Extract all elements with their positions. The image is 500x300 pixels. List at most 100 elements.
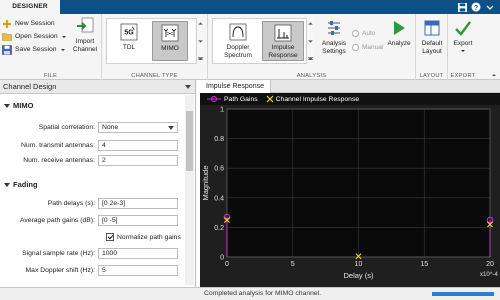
expand-gallery-icon xyxy=(307,57,314,61)
default-layout-line1: Default xyxy=(421,40,443,47)
path-delays-label: Path delays (s): xyxy=(47,200,95,207)
num-rx-label: Num. receive antennas: xyxy=(23,157,95,164)
chevron-up-icon xyxy=(198,22,203,25)
normalize-path-gains-checkbox[interactable]: Normalize path gains xyxy=(106,233,181,241)
save-session-button[interactable]: Save Session xyxy=(2,44,66,55)
folder-icon xyxy=(2,33,12,41)
file-section: New Session Open Session Save Session Im… xyxy=(0,14,102,80)
auto-label: Auto xyxy=(362,30,376,37)
channel-design-panel: Channel Design MIMO Spatial correlation:… xyxy=(0,80,196,287)
scrollbar-thumb[interactable] xyxy=(186,111,193,171)
export-label: Export xyxy=(453,40,473,47)
save-session-label: Save Session xyxy=(15,46,57,53)
doppler-spectrum-icon xyxy=(227,22,249,42)
legend-item-impulse-response[interactable]: Channel Impulse Response xyxy=(266,95,360,103)
impulse-response-icon xyxy=(272,23,294,42)
open-session-button[interactable]: Open Session xyxy=(2,31,67,42)
max-doppler-label: Max Doppler shift (Hz): xyxy=(25,267,96,274)
tab-designer[interactable]: DESIGNER xyxy=(0,0,60,14)
help-icon[interactable]: ? xyxy=(470,1,482,13)
doppler-spectrum-button[interactable]: Doppler Spectrum xyxy=(218,22,258,60)
analysis-settings-line2: Settings xyxy=(322,48,346,55)
mimo-antenna-icon xyxy=(159,23,181,43)
channel-design-title: Channel Design xyxy=(3,82,57,91)
x-axis-exponent: x10^-4 xyxy=(480,272,498,278)
tdl-button[interactable]: 5G TDL xyxy=(112,22,146,60)
sample-rate-label: Signal sample rate (Hz): xyxy=(22,250,95,257)
manual-radio[interactable]: Manual xyxy=(352,44,383,51)
collapse-toolstrip-icon[interactable] xyxy=(491,72,497,78)
mimo-group-label: MIMO xyxy=(13,101,34,110)
export-button[interactable]: Export xyxy=(450,18,476,54)
sample-rate-field[interactable]: 1000 xyxy=(98,248,178,259)
export-section: Export EXPORT xyxy=(448,14,500,80)
expand-gallery-icon xyxy=(197,57,204,61)
x-axis-label: Delay (s) xyxy=(343,271,374,280)
auto-radio[interactable]: Auto xyxy=(352,30,375,37)
analysis-gallery-scroll[interactable] xyxy=(306,18,314,64)
mimo-button[interactable]: MIMO xyxy=(152,21,188,61)
chevron-down-icon xyxy=(308,40,313,43)
legend-label-impulse-response: Channel Impulse Response xyxy=(275,95,360,103)
path-delays-field[interactable]: [0 2e-3] xyxy=(98,198,178,209)
plot-legend: Path Gains Channel Impulse Response xyxy=(200,93,500,105)
plot-tab-strip: Impulse Response xyxy=(200,80,500,93)
default-layout-line2: Layout xyxy=(422,48,442,55)
y-tick-label: 0.2 xyxy=(214,225,224,232)
status-bar: Completed analysis for MIMO channel. xyxy=(0,287,500,300)
export-section-label: EXPORT xyxy=(450,73,476,79)
expand-toolstrip-icon[interactable] xyxy=(484,1,496,13)
manual-label: Manual xyxy=(362,44,384,51)
run-play-icon xyxy=(388,18,410,38)
progress-fill xyxy=(432,292,494,296)
doppler-label-line1: Doppler xyxy=(226,44,250,51)
max-doppler-field[interactable]: 5 xyxy=(98,265,178,276)
analyze-button[interactable]: Analyze xyxy=(384,18,414,48)
analysis-settings-line1: Analysis xyxy=(321,40,347,47)
tdl-label: TDL xyxy=(122,44,136,51)
tab-impulse-response[interactable]: Impulse Response xyxy=(200,80,271,93)
num-tx-label: Num. transmit antennas: xyxy=(20,142,95,149)
mimo-group-header[interactable]: MIMO xyxy=(4,101,33,110)
impulse-label-line1: Impulse xyxy=(271,44,295,51)
analysis-settings-button[interactable]: Analysis Settings xyxy=(318,18,350,56)
chevron-down-icon xyxy=(168,126,174,130)
new-session-icon xyxy=(3,19,11,28)
chevron-up-icon xyxy=(308,22,313,25)
spatial-correlation-label: Spatial correlation: xyxy=(38,124,95,131)
tdl-5g-icon: 5G xyxy=(118,22,140,42)
import-channel-button[interactable]: Import Channel xyxy=(70,16,100,54)
open-session-label: Open Session xyxy=(15,33,58,40)
gallery-scroll[interactable] xyxy=(196,18,204,64)
fading-group-header[interactable]: Fading xyxy=(4,180,38,189)
impulse-response-chart[interactable]: 0 5 10 15 20 0 0.2 0.4 0.6 0.8 1 Delay (s) Magnitude… xyxy=(200,105,500,287)
progress-bar xyxy=(432,292,494,296)
panel-menu-icon[interactable] xyxy=(185,84,191,90)
legend-item-path-gains[interactable]: Path Gains xyxy=(206,95,258,103)
spatial-correlation-dropdown[interactable]: None xyxy=(98,122,178,133)
left-panel-scrollbar[interactable] xyxy=(185,95,194,285)
import-label-line1: Import xyxy=(75,38,95,45)
new-session-button[interactable]: New Session xyxy=(2,18,55,29)
stem-circle-marker-icon xyxy=(207,96,221,102)
settings-sliders-icon xyxy=(323,18,345,38)
default-layout-button[interactable]: Default Layout xyxy=(417,18,447,56)
num-rx-field[interactable]: 2 xyxy=(98,155,178,166)
channel-design-header: Channel Design xyxy=(0,80,195,94)
fading-group-label: Fading xyxy=(13,180,38,189)
x-marker-icon xyxy=(266,95,274,103)
y-tick-label: 0.4 xyxy=(214,195,224,202)
analysis-section-label: ANALYSIS xyxy=(296,73,327,79)
impulse-response-button[interactable]: Impulse Response xyxy=(262,21,304,61)
spatial-correlation-value: None xyxy=(102,124,119,131)
avg-path-gains-field[interactable]: [0 -5] xyxy=(98,215,178,226)
normalize-label: Normalize path gains xyxy=(117,233,181,241)
status-message: Completed analysis for MIMO channel. xyxy=(204,290,322,297)
save-icon[interactable] xyxy=(456,1,468,13)
chevron-down-icon xyxy=(61,35,66,38)
num-tx-field[interactable]: 4 xyxy=(98,140,178,151)
svg-text:5G: 5G xyxy=(124,30,134,37)
analyze-label: Analyze xyxy=(387,40,411,47)
chevron-down-icon xyxy=(461,50,465,52)
mimo-label: MIMO xyxy=(161,45,179,52)
